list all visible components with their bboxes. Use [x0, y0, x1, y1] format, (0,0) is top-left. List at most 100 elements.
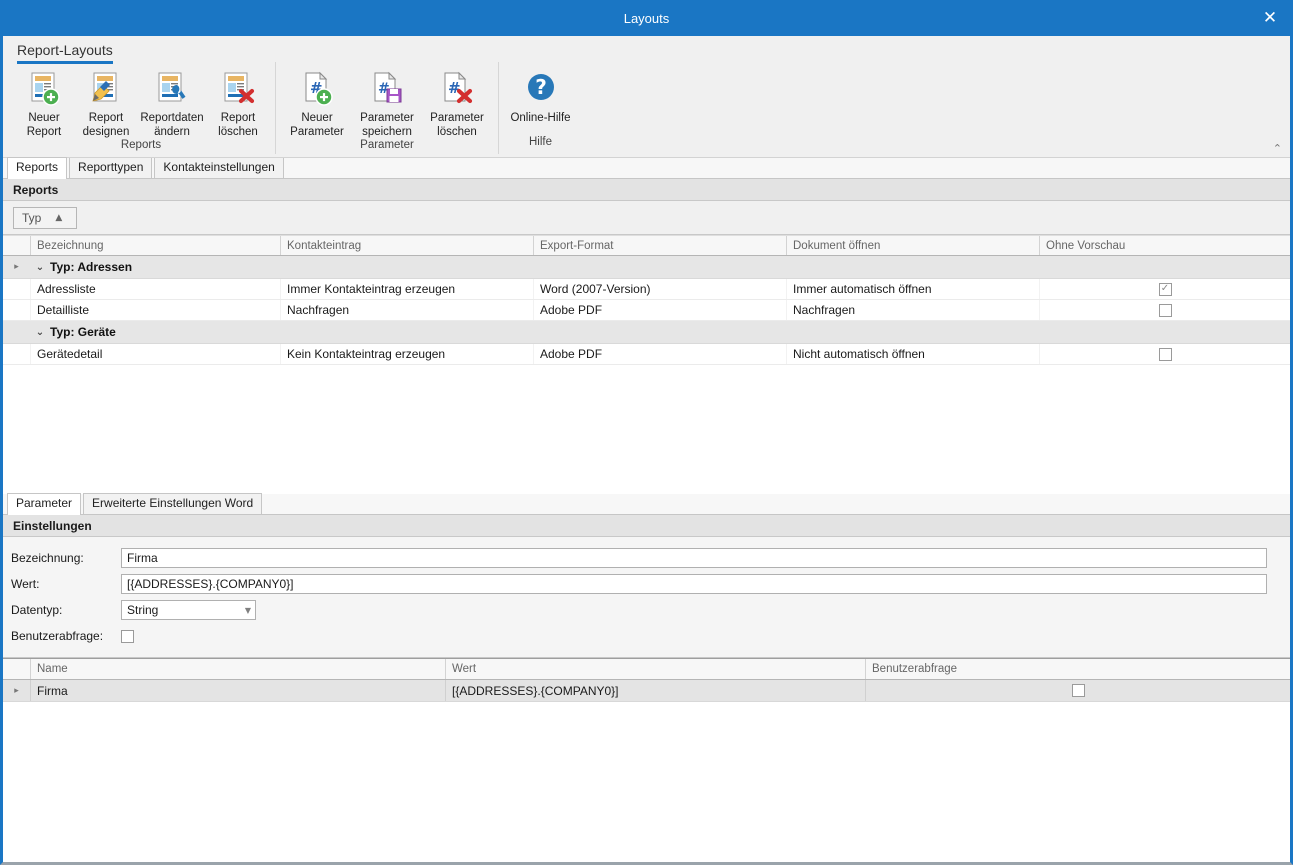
table-row[interactable]: Adressliste Immer Kontakteintrag erzeuge… [3, 279, 1290, 300]
ohne-vorschau-checkbox[interactable] [1159, 348, 1172, 361]
row-indicator [3, 300, 30, 320]
ohne-vorschau-checkbox[interactable] [1159, 304, 1172, 317]
row-indicator [3, 279, 30, 299]
chevron-down-icon[interactable]: ⌄ [30, 262, 50, 273]
column-header-name[interactable]: Name [30, 659, 445, 679]
grid-empty-area [3, 365, 1290, 489]
ribbon-button-neuer-parameter[interactable]: # Neuer Parameter [282, 66, 352, 139]
ribbon-group-label-reports: Reports [13, 139, 269, 155]
tab-kontakteinstellungen[interactable]: Kontakteinstellungen [154, 157, 283, 178]
table-row[interactable]: Gerätedetail Kein Kontakteintrag erzeuge… [3, 344, 1290, 365]
row-indicator-icon: ▸ [3, 680, 30, 701]
label-benutzerabfrage: Benutzerabfrage: [11, 629, 121, 643]
group-row-geraete[interactable]: ⌄ Typ: Geräte [3, 321, 1290, 344]
ribbon-button-parameter-loeschen[interactable]: # Parameter löschen [422, 66, 492, 139]
cell-name: Firma [30, 680, 445, 701]
column-header-benutzerabfrage[interactable]: Benutzerabfrage [865, 659, 1290, 679]
cell-kontakteintrag: Nachfragen [280, 300, 533, 320]
table-row[interactable]: ▸ Firma [{ADDRESSES}.{COMPANY0}] [3, 680, 1290, 702]
chevron-down-icon: ▼ [245, 606, 251, 615]
label-wert: Wert: [11, 577, 121, 591]
help-icon: ? [524, 69, 558, 109]
group-row-label: Typ: Geräte [50, 325, 116, 339]
cell-kontakteintrag: Immer Kontakteintrag erzeugen [280, 279, 533, 299]
ribbon-button-label: Neuer Report [27, 111, 62, 139]
bottom-tab-strip: Parameter Erweiterte Einstellungen Word [3, 494, 1290, 515]
ribbon-button-parameter-speichern[interactable]: # Parameter speichern [352, 66, 422, 139]
ohne-vorschau-checkbox[interactable]: ✓ [1159, 283, 1172, 296]
cell-export-format: Adobe PDF [533, 300, 786, 320]
ribbon-button-reportdaten-aendern[interactable]: Reportdaten ändern [137, 66, 207, 139]
cell-ohne-vorschau [1039, 300, 1290, 320]
ribbon-button-label: Reportdaten ändern [140, 111, 203, 139]
ribbon-group-parameter: # Neuer Parameter [275, 62, 498, 154]
column-header-kontakteintrag[interactable]: Kontakteintrag [280, 236, 533, 255]
cell-dokument-oeffnen: Nicht automatisch öffnen [786, 344, 1039, 364]
reports-grid: Bezeichnung Kontakteintrag Export-Format… [3, 235, 1290, 489]
group-row-adressen[interactable]: ▸ ⌄ Typ: Adressen [3, 256, 1290, 279]
window-title: Layouts [624, 11, 670, 26]
main-tab-strip: Reports Reporttypen Kontakteinstellungen [3, 158, 1290, 179]
cell-bezeichnung: Gerätedetail [30, 344, 280, 364]
column-header-export-format[interactable]: Export-Format [533, 236, 786, 255]
parameter-delete-icon: # [440, 69, 474, 109]
benutzerabfrage-row-checkbox[interactable] [1072, 684, 1085, 697]
row-indicator-icon: ▸ [3, 262, 30, 272]
column-header-dokument-oeffnen[interactable]: Dokument öffnen [786, 236, 1039, 255]
ribbon-button-label: Report löschen [218, 111, 258, 139]
cell-bezeichnung: Adressliste [30, 279, 280, 299]
column-header-wert[interactable]: Wert [445, 659, 865, 679]
column-header-bezeichnung[interactable]: Bezeichnung [30, 236, 280, 255]
row-indicator [3, 344, 30, 364]
wert-input[interactable]: [{ADDRESSES}.{COMPANY0}] [121, 574, 1267, 594]
column-header-ohne-vorschau[interactable]: Ohne Vorschau [1039, 236, 1290, 255]
bezeichnung-input[interactable]: Firma [121, 548, 1267, 568]
parameter-grid-empty-area [3, 702, 1290, 852]
settings-section-header: Einstellungen [3, 515, 1290, 537]
ribbon-button-label: Online-Hilfe [510, 111, 570, 125]
form-row-bezeichnung: Bezeichnung: Firma [3, 545, 1290, 571]
report-design-icon [89, 69, 123, 109]
tab-reporttypen[interactable]: Reporttypen [69, 157, 152, 178]
cell-export-format: Adobe PDF [533, 344, 786, 364]
ribbon-button-report-loeschen[interactable]: Report löschen [207, 66, 269, 139]
tab-parameter[interactable]: Parameter [7, 493, 81, 515]
cell-ohne-vorschau: ✓ [1039, 279, 1290, 299]
settings-form: Bezeichnung: Firma Wert: [{ADDRESSES}.{C… [3, 537, 1290, 658]
svg-text:?: ? [535, 75, 547, 99]
report-add-icon [27, 69, 61, 109]
ribbon-button-online-hilfe[interactable]: ? Online-Hilfe [506, 66, 576, 125]
ribbon-button-label: Neuer Parameter [290, 111, 344, 139]
benutzerabfrage-checkbox[interactable] [121, 630, 134, 643]
tab-erweiterte-einstellungen-word[interactable]: Erweiterte Einstellungen Word [83, 493, 262, 514]
cell-dokument-oeffnen: Immer automatisch öffnen [786, 279, 1039, 299]
group-chip-typ[interactable]: Typ ▲ [13, 207, 77, 229]
parameter-add-icon: # [300, 69, 334, 109]
close-icon[interactable]: ✕ [1247, 0, 1293, 36]
ribbon-button-label: Report designen [83, 111, 130, 139]
group-chip-label: Typ [22, 211, 41, 225]
sort-ascending-icon[interactable]: ▲ [55, 213, 62, 223]
label-datentyp: Datentyp: [11, 603, 121, 617]
ribbon-group-hilfe: ? Online-Hilfe Hilfe [498, 62, 582, 154]
ribbon-button-neuer-report[interactable]: Neuer Report [13, 66, 75, 139]
datentyp-select[interactable]: String ▼ [121, 600, 256, 620]
form-row-wert: Wert: [{ADDRESSES}.{COMPANY0}] [3, 571, 1290, 597]
chevron-down-icon[interactable]: ⌄ [30, 327, 50, 338]
cell-benutzerabfrage [865, 680, 1290, 701]
group-row-label: Typ: Adressen [50, 260, 132, 274]
parameter-grid-header: Name Wert Benutzerabfrage [3, 658, 1290, 680]
cell-dokument-oeffnen: Nachfragen [786, 300, 1039, 320]
ribbon-tab-report-layouts[interactable]: Report-Layouts [17, 42, 113, 64]
ribbon-button-label: Parameter löschen [430, 111, 484, 139]
table-row[interactable]: Detailliste Nachfragen Adobe PDF Nachfra… [3, 300, 1290, 321]
reports-section-header: Reports [3, 179, 1290, 201]
ribbon-button-report-designen[interactable]: Report designen [75, 66, 137, 139]
ribbon-collapse-icon[interactable]: ⌃ [1273, 142, 1282, 155]
report-edit-icon [155, 69, 189, 109]
row-indicator-header [3, 659, 30, 679]
cell-export-format: Word (2007-Version) [533, 279, 786, 299]
form-row-benutzerabfrage: Benutzerabfrage: [3, 623, 1290, 649]
tab-reports[interactable]: Reports [7, 157, 67, 179]
cell-bezeichnung: Detailliste [30, 300, 280, 320]
